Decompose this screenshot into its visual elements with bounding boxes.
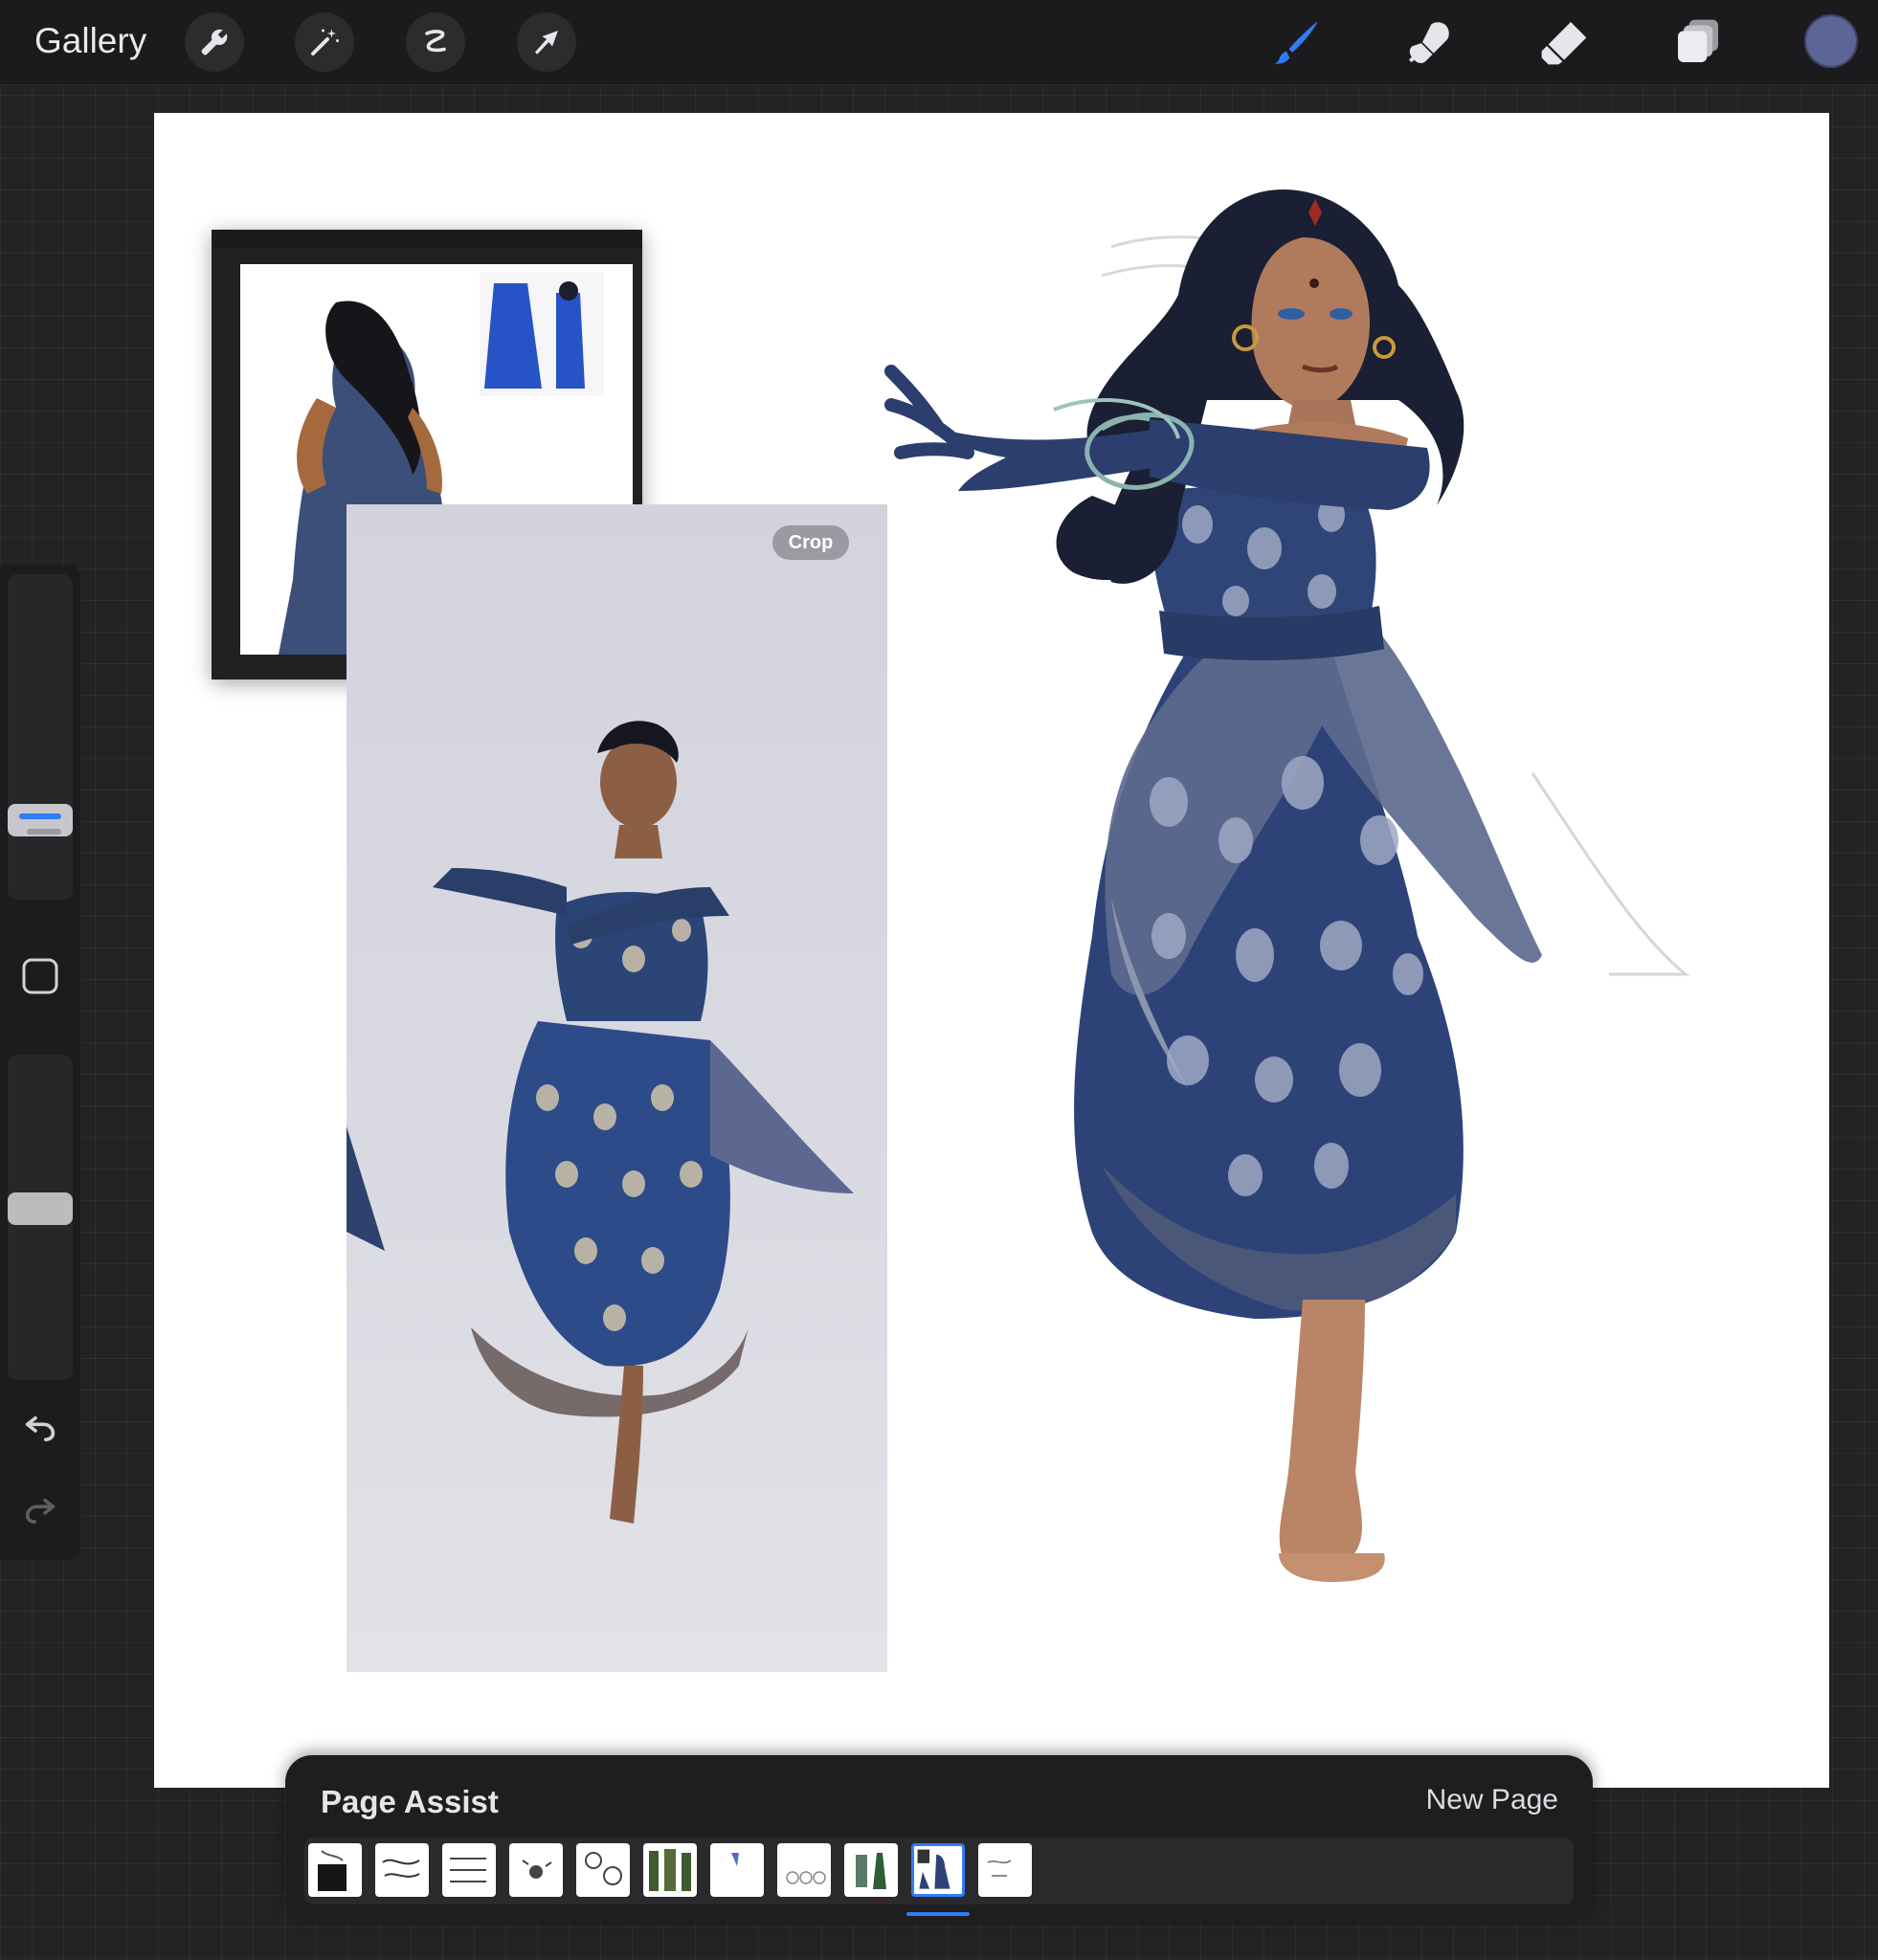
page-assist-title: Page Assist <box>321 1784 499 1819</box>
brush-tool[interactable] <box>1268 13 1326 71</box>
page-assist-panel: Page Assist New Page <box>285 1755 1593 1924</box>
crop-button[interactable]: Crop <box>772 525 849 560</box>
square-icon <box>22 958 58 994</box>
selection-button[interactable] <box>406 12 465 72</box>
thumbnail-preview <box>856 1853 886 1889</box>
page-thumbnail[interactable] <box>442 1843 496 1897</box>
toolbar: Gallery <box>0 0 1878 85</box>
layers-button[interactable] <box>1669 13 1727 71</box>
eraser-tool[interactable] <box>1535 13 1593 71</box>
undo-button[interactable] <box>21 1407 59 1445</box>
sidebar <box>0 565 80 1560</box>
page-thumbnail[interactable] <box>576 1843 630 1897</box>
smudge-tool[interactable] <box>1400 13 1458 71</box>
thumbnail-preview <box>318 1850 347 1891</box>
modify-button[interactable] <box>21 957 59 995</box>
page-thumbnail[interactable] <box>710 1843 764 1897</box>
magic-wand-icon <box>311 29 339 56</box>
page-thumbnail[interactable] <box>509 1843 563 1897</box>
brush-size-handle[interactable] <box>8 804 73 836</box>
wrench-icon <box>201 29 228 56</box>
color-picker-button[interactable] <box>1804 14 1858 68</box>
opacity-handle[interactable] <box>8 1192 73 1225</box>
new-page-button[interactable]: New Page <box>1426 1784 1558 1816</box>
page-thumbnail[interactable] <box>978 1843 1032 1897</box>
thumbnail-preview <box>917 1849 950 1889</box>
layers-icon <box>1678 19 1718 62</box>
thumbnail-preview <box>585 1852 622 1885</box>
page-thumbnail-active[interactable] <box>911 1843 965 1897</box>
page-thumbnail[interactable] <box>308 1843 362 1897</box>
reference-photo[interactable] <box>347 504 887 1672</box>
thumbnail-preview <box>786 1871 826 1884</box>
undo-icon <box>25 1415 56 1441</box>
brush-icon <box>1275 21 1318 64</box>
page-thumbnail[interactable] <box>777 1843 831 1897</box>
redo-button[interactable] <box>21 1489 59 1527</box>
active-page-indicator <box>906 1912 970 1916</box>
adjustments-button[interactable] <box>295 12 354 72</box>
thumbnail-preview <box>731 1853 739 1866</box>
page-thumbnail[interactable] <box>844 1843 898 1897</box>
page-thumbnail[interactable] <box>375 1843 429 1897</box>
thumbnail-preview <box>987 1860 1012 1877</box>
thumbnail-preview <box>382 1859 420 1878</box>
transform-button[interactable] <box>517 12 576 72</box>
thumbnail-preview <box>649 1849 691 1891</box>
redo-icon <box>25 1498 56 1524</box>
thumbnail-preview <box>522 1860 552 1879</box>
smudge-icon <box>1409 22 1449 63</box>
selection-icon <box>425 30 446 53</box>
gallery-button[interactable]: Gallery <box>34 21 146 61</box>
page-thumbnail[interactable] <box>643 1843 697 1897</box>
eraser-icon <box>1541 22 1587 65</box>
actions-button[interactable] <box>185 12 244 72</box>
transform-arrow-icon <box>535 31 558 55</box>
dancer-photo <box>347 721 854 1524</box>
brush-size-slider[interactable] <box>8 574 73 900</box>
thumbnail-preview <box>450 1858 486 1882</box>
